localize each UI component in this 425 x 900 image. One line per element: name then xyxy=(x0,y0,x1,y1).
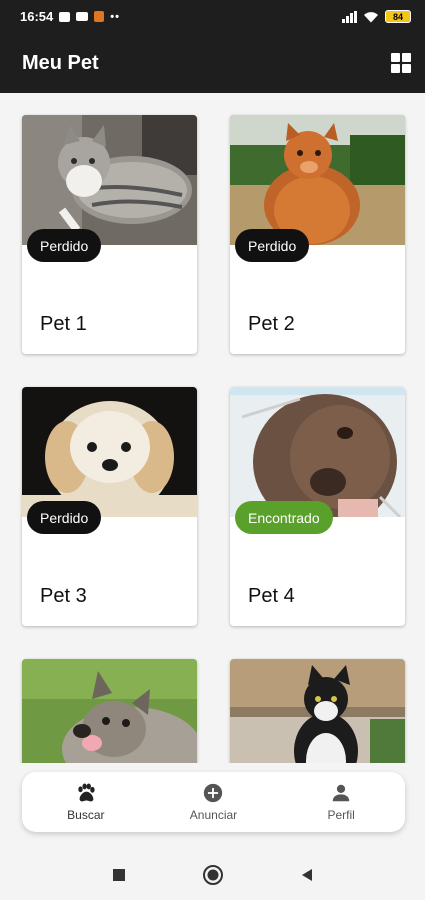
notification-icon xyxy=(59,11,71,22)
wifi-icon xyxy=(364,11,378,22)
screen: 16:54 •• 84 Meu Pet Perdido Pet 1 Perdid… xyxy=(0,0,425,900)
nav-item-buscar[interactable]: Buscar xyxy=(36,782,136,822)
bottom-navigation: Buscar Anunciar Perfil xyxy=(22,772,405,832)
status-bar: 16:54 •• 84 xyxy=(0,0,425,33)
more-notifications-icon: •• xyxy=(110,10,120,23)
pet-card[interactable] xyxy=(22,659,197,763)
pet-card[interactable] xyxy=(230,659,405,763)
back-triangle-icon xyxy=(301,869,312,881)
app-bar: Meu Pet xyxy=(0,33,425,93)
pet-name: Pet 2 xyxy=(248,313,295,335)
pet-photo-cat-orange xyxy=(230,115,405,245)
square-icon xyxy=(112,869,125,881)
status-badge: Perdido xyxy=(235,229,310,262)
nav-label-perfil: Perfil xyxy=(327,808,355,822)
pet-photo-cat-bw xyxy=(230,659,405,763)
youtube-icon xyxy=(76,12,89,21)
status-badge: Perdido xyxy=(27,501,102,534)
recents-button[interactable] xyxy=(107,863,131,887)
pet-name: Pet 3 xyxy=(40,585,87,607)
pet-name: Pet 1 xyxy=(40,313,87,335)
pet-card[interactable]: Perdido Pet 2 xyxy=(230,115,405,354)
person-icon xyxy=(332,784,350,802)
status-badge: Perdido xyxy=(27,229,102,262)
status-right: 84 xyxy=(342,10,411,23)
pet-card[interactable]: Perdido Pet 1 xyxy=(22,115,197,354)
pet-photo-dog-gray xyxy=(22,659,197,763)
status-left: 16:54 •• xyxy=(20,9,120,24)
home-circle-icon xyxy=(202,865,223,885)
grid-view-icon[interactable] xyxy=(391,53,411,73)
pet-photo-dog-white xyxy=(22,387,197,517)
add-circle-icon xyxy=(204,783,223,803)
nav-item-anunciar[interactable]: Anunciar xyxy=(163,782,263,822)
nav-item-perfil[interactable]: Perfil xyxy=(291,782,391,822)
nav-label-buscar: Buscar xyxy=(67,808,105,822)
nav-label-anunciar: Anunciar xyxy=(189,808,238,822)
pet-photo-dog-brown xyxy=(230,387,405,517)
system-navigation xyxy=(0,850,425,900)
back-button[interactable] xyxy=(295,863,319,887)
pet-card[interactable]: Encontrado Pet 4 xyxy=(230,387,405,626)
status-time: 16:54 xyxy=(20,9,54,24)
pet-card[interactable]: Perdido Pet 3 xyxy=(22,387,197,626)
pet-name: Pet 4 xyxy=(248,585,295,607)
battery-icon: 84 xyxy=(385,10,411,23)
pet-grid: Perdido Pet 1 Perdido Pet 2 Perdido Pet … xyxy=(0,93,425,763)
signal-icon xyxy=(342,10,357,23)
pet-photo-cat-gray xyxy=(22,115,197,245)
paw-icon xyxy=(78,783,95,802)
home-button[interactable] xyxy=(201,863,225,887)
status-badge: Encontrado xyxy=(235,501,333,534)
page-title: Meu Pet xyxy=(22,51,99,74)
app-notification-icon xyxy=(94,11,105,22)
